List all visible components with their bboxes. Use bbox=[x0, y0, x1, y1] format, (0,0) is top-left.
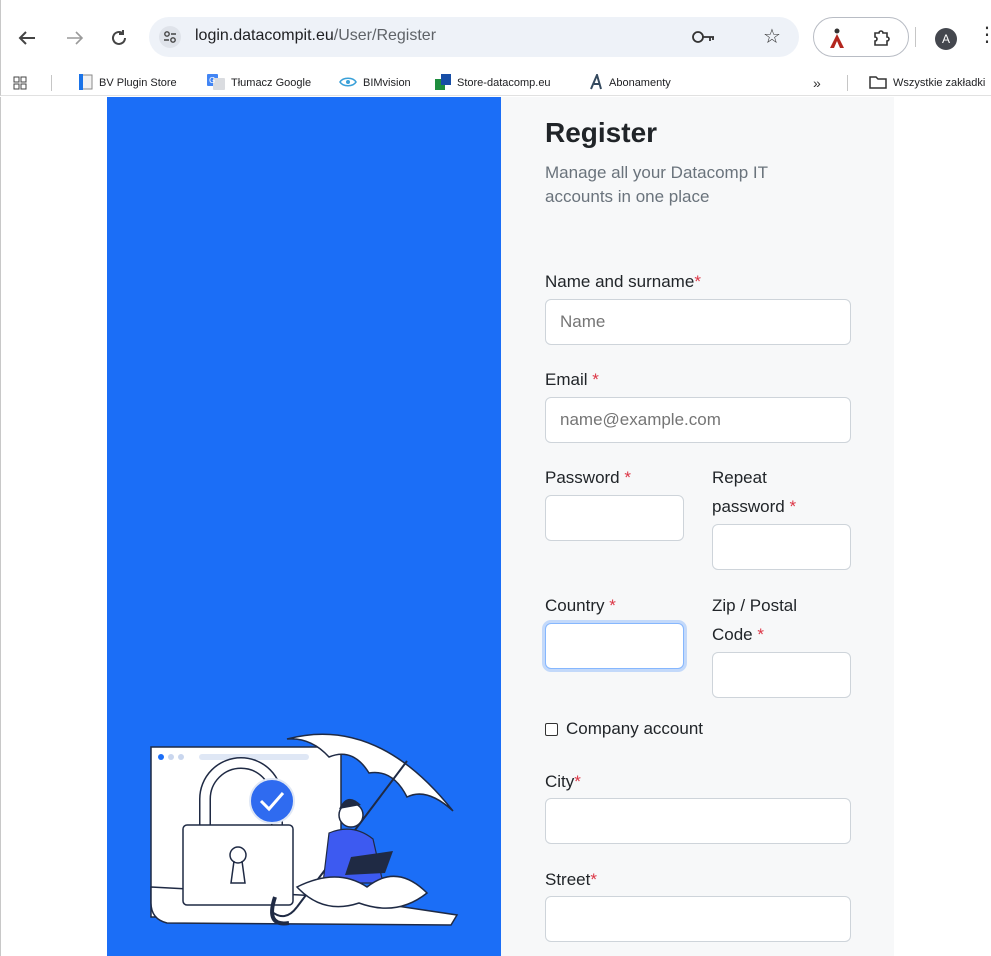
required-mark: * bbox=[609, 596, 616, 615]
password-input[interactable] bbox=[545, 495, 684, 541]
google-translate-icon: G bbox=[207, 73, 225, 93]
company-account-checkbox[interactable] bbox=[545, 722, 558, 736]
street-label-text: Street bbox=[545, 870, 591, 889]
svg-text:G: G bbox=[209, 76, 215, 85]
address-bar[interactable]: login.datacompit.eu/User/Register ☆ bbox=[149, 17, 799, 57]
country-label-text: Country bbox=[545, 596, 605, 615]
extension-icon[interactable] bbox=[826, 26, 848, 50]
name-label: Name and surname* bbox=[545, 267, 701, 296]
password-label: Password * bbox=[545, 463, 631, 492]
email-label: Email * bbox=[545, 365, 599, 394]
zip-label: Zip / Postal bbox=[712, 591, 797, 620]
company-account-row[interactable]: Company account bbox=[545, 719, 703, 739]
zip-label-text: Code bbox=[712, 625, 753, 644]
email-label-text: Email bbox=[545, 370, 588, 389]
url-host: login.datacompit.eu bbox=[195, 27, 334, 44]
extensions-group bbox=[813, 17, 909, 57]
bookmark-label: BIMvision bbox=[363, 77, 411, 89]
reload-icon[interactable] bbox=[105, 24, 133, 52]
url-path: /User/Register bbox=[333, 27, 437, 44]
bookmark-store-datacomp[interactable]: Store-datacomp.eu bbox=[435, 73, 551, 93]
page-content: Register Manage all your Datacomp IT acc… bbox=[0, 97, 991, 956]
street-label: Street* bbox=[545, 865, 597, 894]
bookmark-label: BV Plugin Store bbox=[99, 77, 177, 89]
bookmarks-separator bbox=[51, 75, 52, 91]
back-arrow-icon[interactable] bbox=[13, 24, 41, 52]
zip-label-line2: Code * bbox=[712, 620, 764, 649]
required-mark: * bbox=[592, 370, 599, 389]
profile-avatar[interactable]: A bbox=[935, 28, 957, 50]
bookmark-tlumacz-google[interactable]: G Tłumacz Google bbox=[207, 73, 312, 93]
register-form: Register Manage all your Datacomp IT acc… bbox=[501, 97, 894, 956]
navigation-row: login.datacompit.eu/User/Register ☆ A ⋮ bbox=[1, 0, 991, 70]
repeat-password-input[interactable] bbox=[712, 524, 851, 570]
more-menu-icon[interactable]: ⋮ bbox=[977, 22, 991, 47]
city-label: City* bbox=[545, 767, 581, 796]
forward-arrow-icon[interactable] bbox=[61, 24, 89, 52]
repeat-password-label-line2: password * bbox=[712, 492, 796, 521]
required-mark: * bbox=[590, 870, 597, 889]
required-mark: * bbox=[789, 497, 797, 516]
url-text: login.datacompit.eu/User/Register bbox=[195, 27, 436, 45]
zip-input[interactable] bbox=[712, 652, 851, 698]
country-label: Country * bbox=[545, 591, 616, 620]
password-label-text: Password bbox=[545, 468, 620, 487]
bookmarks-overflow-button[interactable]: » bbox=[813, 74, 821, 92]
repeat-password-label-line1: Repeat bbox=[712, 468, 767, 487]
puzzle-icon[interactable] bbox=[870, 26, 894, 50]
browser-toolbar: login.datacompit.eu/User/Register ☆ A ⋮ bbox=[0, 0, 991, 70]
required-mark: * bbox=[624, 468, 631, 487]
bookmark-label: Store-datacomp.eu bbox=[457, 77, 551, 89]
company-account-label: Company account bbox=[566, 719, 704, 738]
repeat-password-label-text: password bbox=[712, 497, 785, 516]
bookmark-label: Tłumacz Google bbox=[231, 77, 312, 89]
required-mark: * bbox=[757, 625, 764, 644]
bookmark-star-icon[interactable]: ☆ bbox=[763, 24, 781, 49]
city-input[interactable] bbox=[545, 798, 851, 844]
toolbar-separator bbox=[915, 27, 916, 47]
repeat-password-label: Repeat bbox=[712, 463, 767, 492]
bookmarks-bar: BV Plugin Store G Tłumacz Google BIMvisi… bbox=[0, 70, 991, 96]
bookmarks-separator bbox=[847, 75, 848, 91]
abonamenty-a-icon bbox=[589, 71, 603, 93]
name-input[interactable] bbox=[545, 299, 851, 345]
document-icon bbox=[79, 73, 93, 93]
required-mark: * bbox=[694, 272, 701, 291]
bookmark-label: Abonamenty bbox=[609, 77, 671, 89]
required-mark: * bbox=[574, 772, 581, 791]
bookmark-label: Wszystkie zakładki bbox=[893, 77, 986, 89]
page-subtitle: Manage all your Datacomp IT accounts in … bbox=[545, 163, 768, 206]
page-title: Register bbox=[545, 117, 658, 148]
all-bookmarks-folder[interactable]: Wszystkie zakładki bbox=[869, 74, 985, 92]
site-info-icon[interactable] bbox=[159, 26, 181, 48]
password-key-icon[interactable] bbox=[691, 25, 717, 49]
bimvision-eye-icon bbox=[339, 76, 357, 91]
apps-grid-icon[interactable] bbox=[13, 74, 27, 92]
bookmark-abonamenty[interactable]: Abonamenty bbox=[589, 71, 671, 93]
folder-icon bbox=[869, 75, 887, 92]
security-illustration bbox=[150, 733, 459, 926]
bookmark-bv-plugin-store[interactable]: BV Plugin Store bbox=[79, 73, 177, 93]
hero-illustration-panel bbox=[107, 97, 501, 956]
city-label-text: City bbox=[545, 772, 575, 791]
name-label-text: Name and surname bbox=[545, 272, 695, 291]
street-input[interactable] bbox=[545, 896, 851, 942]
bookmark-bimvision[interactable]: BIMvision bbox=[339, 74, 411, 92]
email-input[interactable] bbox=[545, 397, 851, 443]
country-input[interactable] bbox=[545, 623, 684, 669]
store-cube-icon bbox=[435, 73, 451, 93]
zip-label-line1: Zip / Postal bbox=[712, 596, 798, 615]
